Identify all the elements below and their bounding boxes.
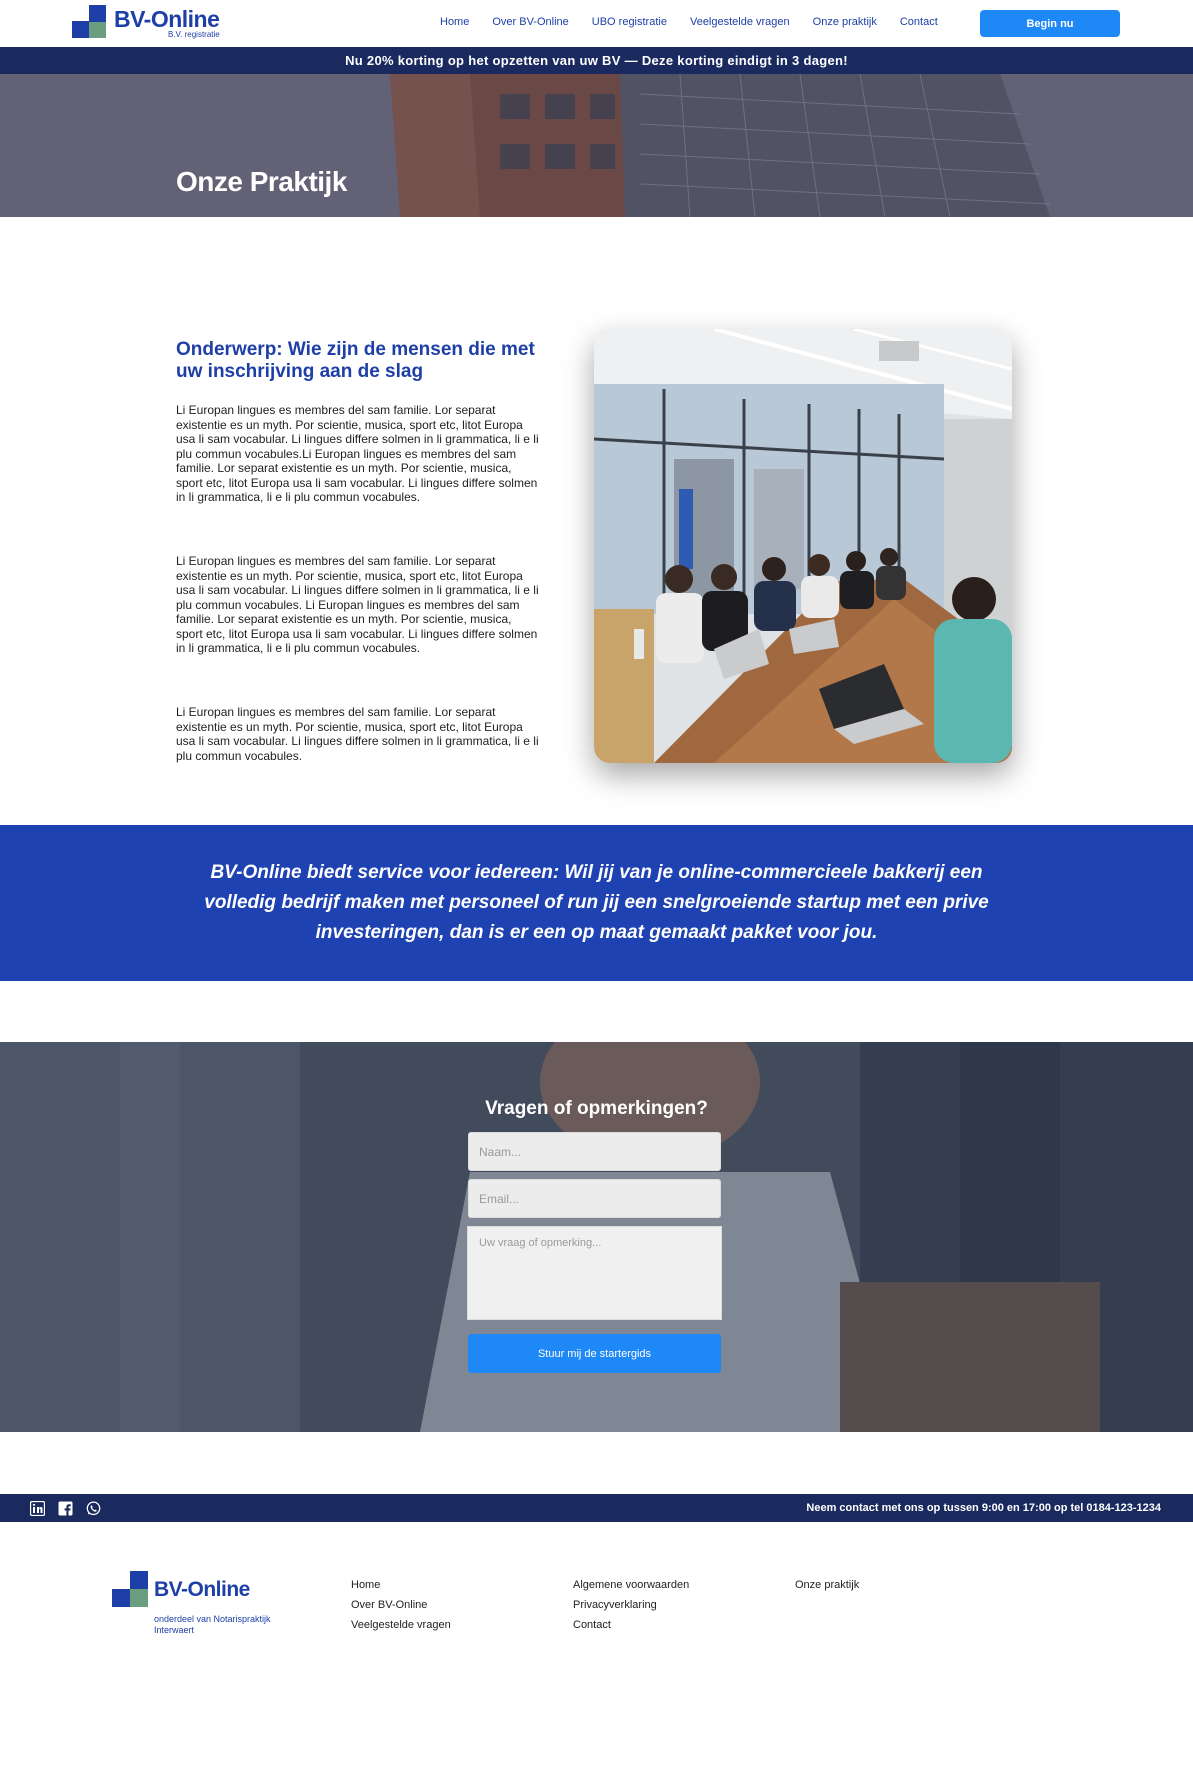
service-statement-band: BV-Online biedt service voor iedereen: W… — [0, 825, 1193, 981]
footer-link-veelgestelde-vragen[interactable]: Veelgestelde vragen — [351, 1619, 451, 1632]
logo-name: BV-Online — [114, 6, 220, 32]
logo-square — [89, 21, 106, 38]
footer-link-privacyverklaring[interactable]: Privacyverklaring — [573, 1599, 689, 1612]
logo-subtitle: B.V. registratie — [168, 30, 220, 39]
service-statement: BV-Online biedt service voor iedereen: W… — [204, 862, 989, 943]
logo[interactable]: BV-Online B.V. registratie — [72, 5, 242, 41]
footer-links-column: Home Over BV-Online Veelgestelde vragen — [351, 1579, 451, 1639]
nav-veelgestelde-vragen[interactable]: Veelgestelde vragen — [690, 16, 790, 28]
hero-banner: Onze Praktijk — [0, 74, 1193, 217]
page-title: Onze Praktijk — [176, 166, 347, 197]
contact-section: Vragen of opmerkingen? Naam... Email... … — [0, 1042, 1193, 1432]
submit-button[interactable]: Stuur mij de startergids — [468, 1334, 721, 1373]
nav-contact[interactable]: Contact — [900, 16, 938, 28]
body-paragraph: Li Europan lingues es membres del sam fa… — [176, 554, 539, 655]
email-input[interactable]: Email... — [468, 1179, 721, 1218]
section-title: Onderwerp: Wie zijn de mensen die met uw… — [176, 339, 535, 382]
logo-square — [130, 1571, 148, 1589]
site-header: BV-Online B.V. registratie Home Over BV-… — [0, 0, 1193, 47]
linkedin-icon[interactable] — [30, 1501, 45, 1516]
whatsapp-icon[interactable] — [86, 1501, 101, 1516]
footer-links-column: Onze praktijk — [795, 1579, 859, 1599]
body-paragraph: Li Europan lingues es membres del sam fa… — [176, 705, 539, 763]
main-nav: Home Over BV-Online UBO registratie Veel… — [440, 16, 961, 28]
footer-bar: Neem contact met ons op tussen 9:00 en 1… — [0, 1494, 1193, 1522]
footer-logo-subtitle: onderdeel van Notarispraktijk Interwaert — [154, 1614, 271, 1635]
footer-link-over-bv-online[interactable]: Over BV-Online — [351, 1599, 451, 1612]
logo-square — [112, 1589, 130, 1607]
promo-banner: Nu 20% korting op het opzetten van uw BV… — [0, 47, 1193, 74]
logo-square — [72, 21, 89, 38]
meeting-room-photo — [594, 329, 1012, 763]
nav-ubo-registratie[interactable]: UBO registratie — [592, 16, 667, 28]
message-textarea[interactable]: Uw vraag of opmerking... — [467, 1226, 722, 1320]
footer-logo[interactable]: BV-Online onderdeel van Notarispraktijk … — [112, 1571, 282, 1643]
name-input[interactable]: Naam... — [468, 1132, 721, 1171]
footer-contact-note: Neem contact met ons op tussen 9:00 en 1… — [806, 1502, 1161, 1514]
logo-square — [130, 1589, 148, 1607]
contact-title: Vragen of opmerkingen? — [485, 1098, 708, 1119]
logo-square — [89, 5, 106, 22]
nav-home[interactable]: Home — [440, 16, 469, 28]
nav-onze-praktijk[interactable]: Onze praktijk — [813, 16, 877, 28]
nav-over-bv-online[interactable]: Over BV-Online — [492, 16, 568, 28]
footer-link-onze-praktijk[interactable]: Onze praktijk — [795, 1579, 859, 1592]
body-paragraph: Li Europan lingues es membres del sam fa… — [176, 403, 539, 504]
facebook-icon[interactable] — [58, 1501, 73, 1516]
footer-links-column: Algemene voorwaarden Privacyverklaring C… — [573, 1579, 689, 1639]
footer-link-home[interactable]: Home — [351, 1579, 451, 1592]
footer-link-contact[interactable]: Contact — [573, 1619, 689, 1632]
begin-nu-button[interactable]: Begin nu — [980, 10, 1120, 37]
footer-link-algemene-voorwaarden[interactable]: Algemene voorwaarden — [573, 1579, 689, 1592]
footer-logo-name: BV-Online — [154, 1578, 250, 1601]
